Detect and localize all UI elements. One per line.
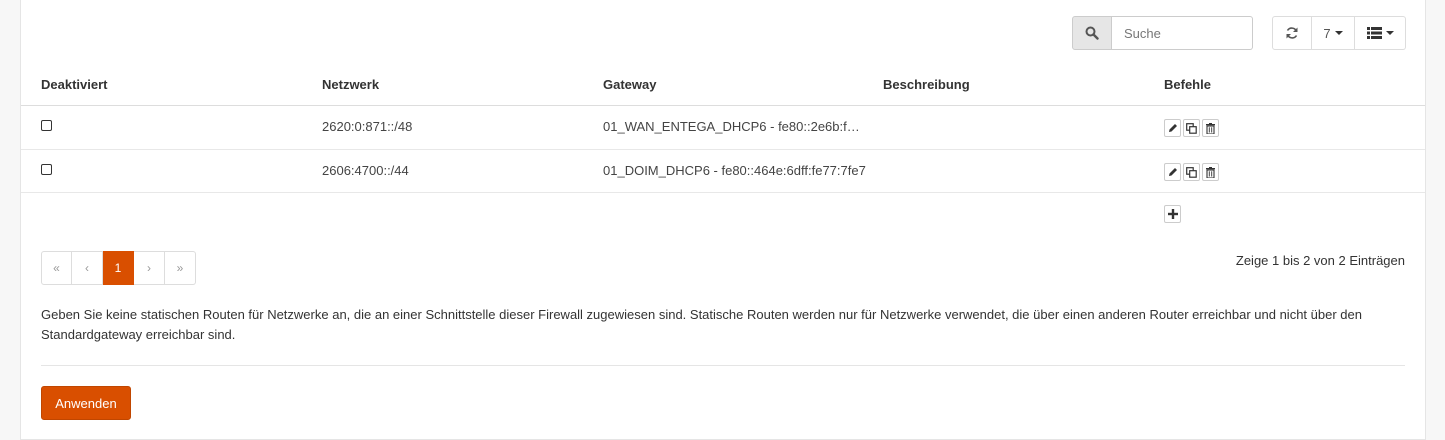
plus-icon	[1167, 209, 1178, 219]
disabled-checkbox[interactable]	[41, 164, 52, 175]
table-row: 2606:4700::/44 01_DOIM_DHCP6 - fe80::464…	[21, 150, 1425, 193]
edit-button[interactable]	[1164, 119, 1181, 137]
page-1-button[interactable]: 1	[103, 251, 134, 285]
page-size-value: 7	[1323, 25, 1331, 41]
routes-panel: 7 Deaktiviert Netzwerk Gateway Beschreib…	[20, 0, 1426, 440]
add-button[interactable]	[1164, 205, 1181, 223]
table-row: 2620:0:871::/48 01_WAN_ENTEGA_DHCP6 - fe…	[21, 106, 1425, 150]
next-page-button[interactable]: ›	[134, 251, 165, 285]
prev-page-button[interactable]: ‹	[72, 251, 103, 285]
gateway-cell: 01_WAN_ENTEGA_DHCP6 - fe80::2e6b:f5ff:…	[603, 119, 865, 134]
network-cell: 2620:0:871::/48	[322, 119, 413, 134]
pencil-icon	[1168, 124, 1177, 132]
divider	[41, 365, 1405, 366]
pencil-icon	[1168, 168, 1177, 176]
col-disabled[interactable]: Deaktiviert	[41, 77, 107, 92]
gateway-cell: 01_DOIM_DHCP6 - fe80::464e:6dff:fe77:7fe…	[603, 163, 866, 178]
clone-icon	[1186, 122, 1197, 134]
search-button[interactable]	[1072, 16, 1112, 50]
grid-actions: 7	[1272, 16, 1406, 50]
search-input[interactable]	[1112, 16, 1253, 50]
last-page-button[interactable]: »	[165, 251, 196, 285]
col-description[interactable]: Beschreibung	[883, 77, 970, 92]
row-commands	[1164, 163, 1219, 181]
clone-button[interactable]	[1183, 163, 1200, 181]
first-page-button[interactable]: «	[41, 251, 72, 285]
disabled-checkbox[interactable]	[41, 120, 52, 131]
pagination-info: Zeige 1 bis 2 von 2 Einträgen	[1235, 253, 1405, 268]
edit-button[interactable]	[1164, 163, 1181, 181]
search-icon	[1085, 26, 1099, 40]
pagination: « ‹ 1 › »	[41, 251, 196, 285]
refresh-button[interactable]	[1272, 16, 1312, 50]
delete-button[interactable]	[1202, 119, 1219, 137]
row-commands	[1164, 119, 1219, 137]
delete-button[interactable]	[1202, 163, 1219, 181]
help-note: Geben Sie keine statischen Routen für Ne…	[41, 307, 1362, 342]
col-network[interactable]: Netzwerk	[322, 77, 379, 92]
col-commands: Befehle	[1164, 77, 1211, 92]
refresh-icon	[1286, 27, 1298, 39]
trash-icon	[1206, 122, 1215, 134]
trash-icon	[1206, 166, 1215, 178]
list-icon	[1366, 27, 1382, 39]
page-size-dropdown[interactable]: 7	[1312, 16, 1355, 50]
network-cell: 2606:4700::/44	[322, 163, 409, 178]
clone-button[interactable]	[1183, 119, 1200, 137]
columns-dropdown[interactable]	[1355, 16, 1406, 50]
chevron-down-icon	[1334, 31, 1343, 35]
col-gateway[interactable]: Gateway	[603, 77, 656, 92]
chevron-down-icon	[1385, 31, 1394, 35]
apply-button[interactable]: Anwenden	[41, 386, 131, 420]
search-group	[1072, 16, 1253, 50]
clone-icon	[1186, 166, 1197, 178]
table-header: Deaktiviert Netzwerk Gateway Beschreibun…	[21, 66, 1425, 106]
